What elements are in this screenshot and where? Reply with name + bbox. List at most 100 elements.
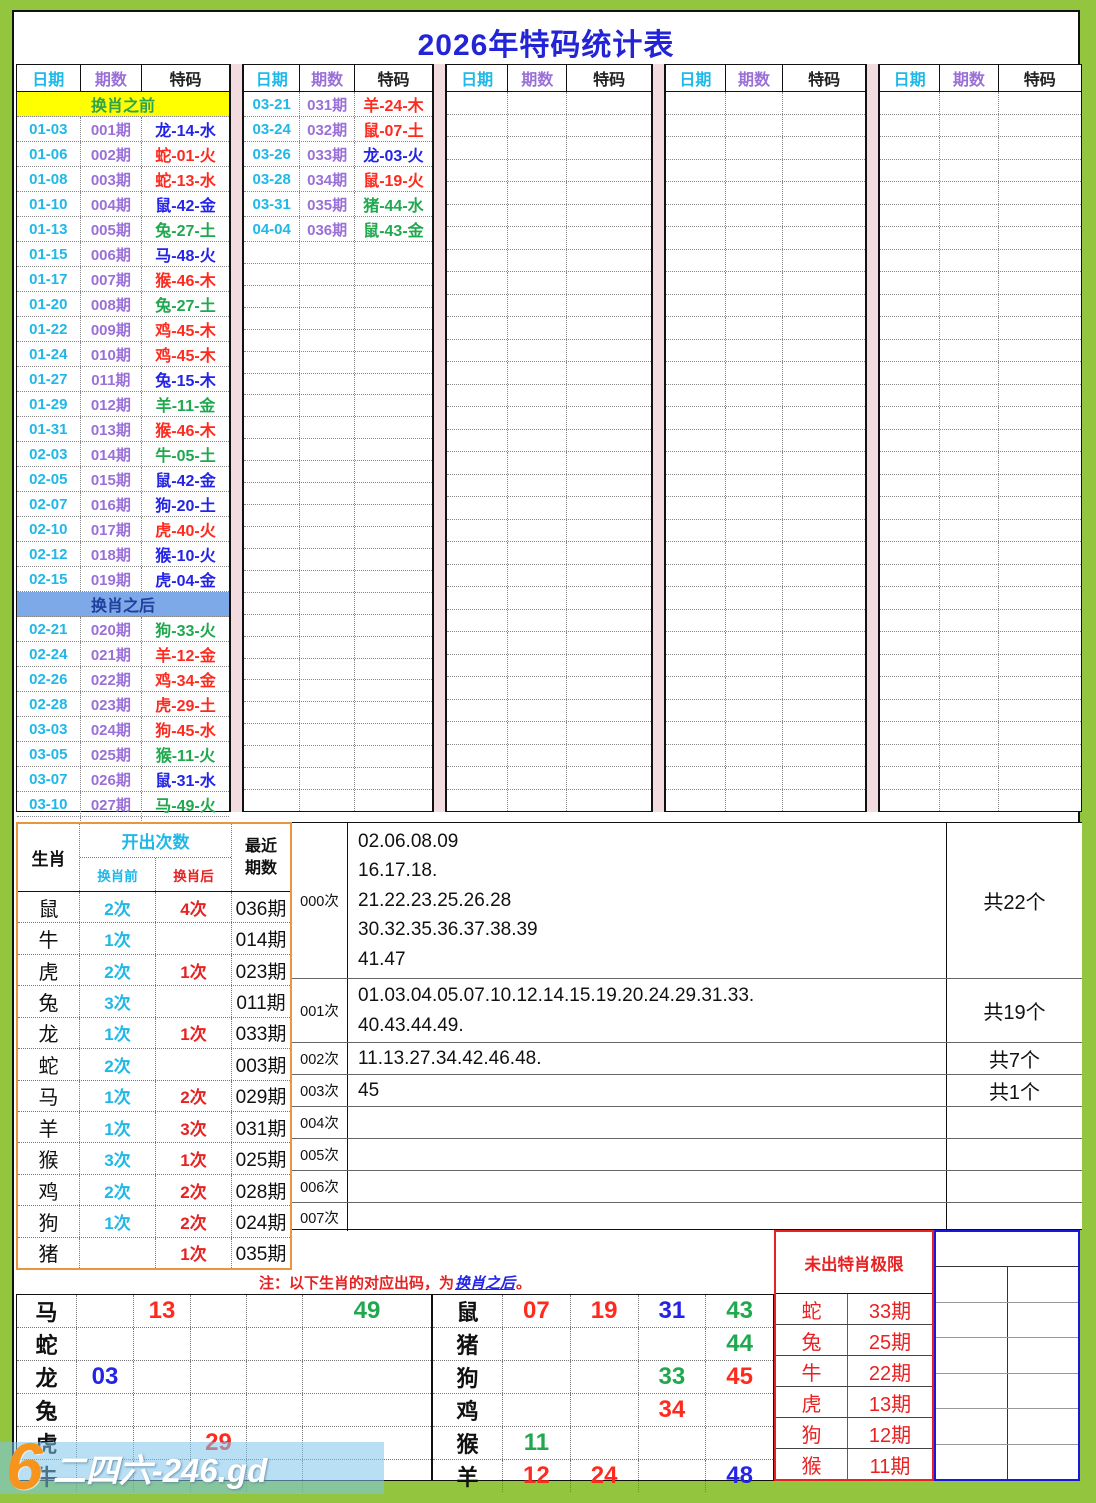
cell-date: [880, 542, 940, 564]
cell-period: 031期: [300, 92, 355, 116]
result-row: [244, 417, 432, 439]
cell-date: [244, 483, 300, 504]
bottom-table-row: 蛇: [17, 1328, 431, 1361]
cell-period: [300, 308, 355, 329]
cell-special-code: [355, 286, 432, 307]
cell-special-code: [783, 565, 865, 587]
cell-period: [940, 542, 998, 564]
cell-date: [244, 242, 300, 263]
count-before-change: 2次: [80, 1175, 156, 1205]
column-header-code: 特码: [567, 65, 651, 91]
result-row: [447, 340, 651, 363]
cell-special-code: 狗-45-水: [142, 717, 229, 741]
cell-date: [666, 497, 726, 519]
cell-date: 03-07: [17, 767, 81, 791]
cell-period: [508, 137, 567, 159]
cell-period: [726, 790, 784, 812]
result-row: [666, 227, 865, 250]
cell-period: [726, 160, 784, 182]
limit-row: 狗12期: [776, 1418, 932, 1449]
cell-period: [508, 722, 567, 744]
result-row: 01-15006期马-48-火: [17, 242, 229, 267]
cell-period: [940, 115, 998, 137]
cell-date: [880, 452, 940, 474]
header-zodiac: 生肖: [18, 824, 80, 891]
cell-period: [940, 655, 998, 677]
cell-period: [508, 295, 567, 317]
cell-special-code: 兔-27-土: [142, 292, 229, 316]
zodiac-name: 马: [18, 1081, 80, 1111]
cell-date: [666, 385, 726, 407]
cell-period: 027期: [81, 792, 142, 816]
count-after-change: 2次: [156, 1206, 232, 1236]
cell-special-code: 虎-29-土: [142, 692, 229, 716]
cell-special-code: [999, 340, 1081, 362]
result-row: [666, 700, 865, 723]
result-row: [666, 182, 865, 205]
cell-date: [880, 677, 940, 699]
zodiac-stats-row: 羊1次3次031期: [18, 1112, 290, 1143]
result-row: [880, 430, 1081, 453]
cell-special-code: 猪-44-水: [355, 192, 432, 216]
result-row: [244, 352, 432, 374]
result-row: [447, 452, 651, 475]
cell-period: [300, 242, 355, 263]
limit-box-title: 未出特肖极限: [776, 1232, 932, 1294]
column-header-date: 日期: [880, 65, 940, 91]
count-total: [946, 1171, 1082, 1202]
count-label: 003次: [292, 1075, 348, 1106]
cell-period: [940, 182, 998, 204]
cell-period: [726, 205, 784, 227]
result-row: [447, 610, 651, 633]
cell-special-code: 猴-10-火: [142, 542, 229, 566]
limit-zodiac-name: 兔: [776, 1325, 848, 1355]
cell-special-code: [783, 205, 865, 227]
cell-special-code: [355, 505, 432, 526]
result-row: [880, 700, 1081, 723]
empty-grid-row: [936, 1374, 1078, 1409]
count-label: 002次: [292, 1043, 348, 1074]
cell-period: 020期: [81, 617, 142, 641]
recent-period: 033期: [232, 1018, 290, 1048]
column-header-period: 期数: [940, 65, 998, 91]
code-number-cell: 44: [706, 1328, 773, 1360]
column-header-period: 期数: [300, 65, 355, 91]
result-row: [880, 250, 1081, 273]
code-number-cell: 34: [639, 1394, 707, 1426]
empty-grid-cell: [936, 1445, 1008, 1479]
cell-period: [508, 227, 567, 249]
code-number-cell: 13: [134, 1295, 191, 1327]
recent-period: 023期: [232, 955, 290, 985]
cell-period: [300, 352, 355, 373]
cell-date: [447, 790, 508, 812]
result-row: [447, 272, 651, 295]
empty-grid-cell: [936, 1303, 1008, 1337]
result-row: [666, 790, 865, 812]
cell-special-code: 鼠-19-火: [355, 167, 432, 191]
cell-date: [666, 430, 726, 452]
result-row: [880, 160, 1081, 183]
count-numbers: 01.03.04.05.07.10.12.14.15.19.20.24.29.3…: [348, 979, 946, 1042]
cell-period: 007期: [81, 267, 142, 291]
cell-special-code: [999, 745, 1081, 767]
zodiac-label: 羊: [433, 1460, 503, 1492]
result-row: [244, 659, 432, 681]
cell-date: 01-24: [17, 342, 81, 366]
result-row: [666, 520, 865, 543]
cell-period: [508, 677, 567, 699]
code-number-cell: [571, 1394, 639, 1426]
cell-date: [447, 295, 508, 317]
cell-date: [244, 286, 300, 307]
result-row: [666, 655, 865, 678]
group-separator: [433, 64, 446, 812]
cell-date: [666, 407, 726, 429]
cell-period: 002期: [81, 142, 142, 166]
cell-date: [447, 520, 508, 542]
result-row: [666, 317, 865, 340]
watermark-site-text: 二四六-246.gd: [53, 1444, 268, 1492]
result-row: 03-24032期鼠-07-土: [244, 117, 432, 142]
cell-date: [880, 497, 940, 519]
cell-period: [940, 430, 998, 452]
cell-date: 01-31: [17, 417, 81, 441]
code-number-cell: [503, 1361, 571, 1393]
